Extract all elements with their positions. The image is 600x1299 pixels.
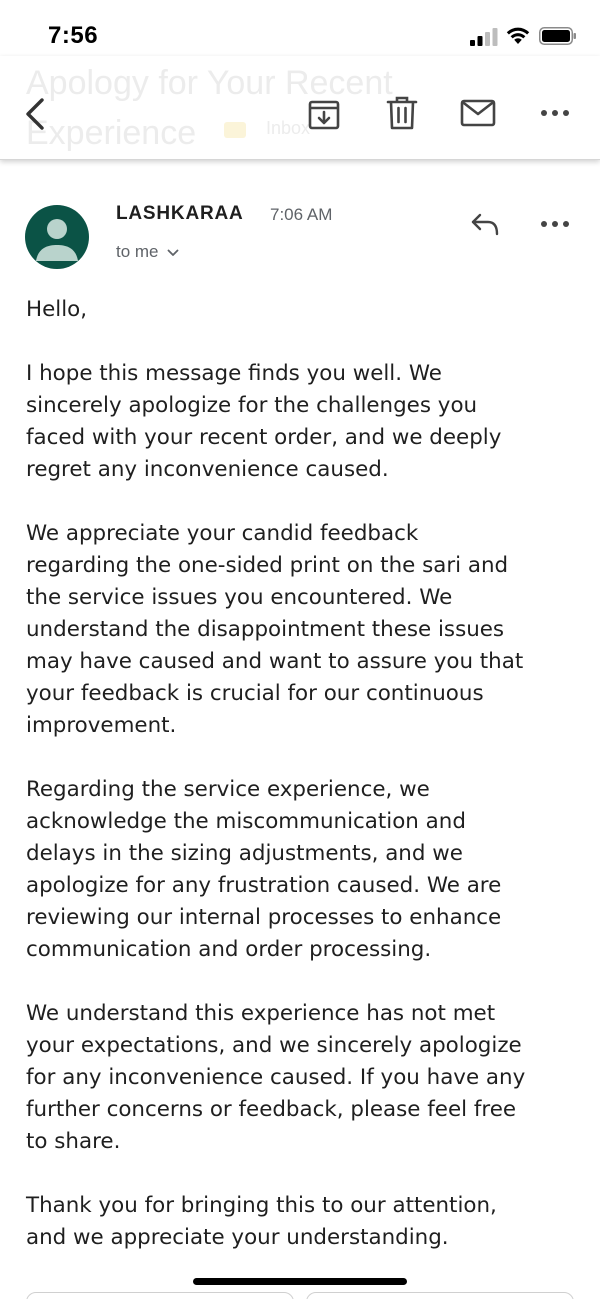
body-line: your expectations, and we sincerely apol… [26, 1033, 522, 1058]
reply-icon[interactable] [470, 212, 500, 236]
body-paragraph-3: Regarding the service experience, we ack… [26, 774, 578, 966]
greeting-paragraph: Hello, [26, 294, 578, 326]
trash-icon[interactable] [386, 96, 418, 130]
home-indicator[interactable] [193, 1278, 407, 1285]
body-paragraph-4: We understand this experience has not me… [26, 998, 578, 1158]
importance-marker-icon [224, 122, 246, 138]
chevron-down-icon [167, 249, 179, 256]
body-line: for any inconvenience caused. If you hav… [26, 1065, 526, 1090]
reply-action-button[interactable] [26, 1292, 294, 1299]
body-line: further concerns or feedback, please fee… [26, 1097, 517, 1122]
back-arrow-icon[interactable] [20, 94, 50, 134]
forward-action-button[interactable] [306, 1292, 574, 1299]
wifi-icon [506, 27, 530, 44]
body-line: the service issues you encountered. We [26, 585, 453, 610]
greeting-line: Hello, [26, 297, 88, 322]
sender-avatar[interactable] [25, 205, 89, 269]
body-line: communication and order processing. [26, 937, 432, 962]
body-paragraph-1: I hope this message finds you well. We s… [26, 358, 578, 486]
body-line: regarding the one-sided print on the sar… [26, 553, 509, 578]
body-line: regret any inconvenience caused. [26, 457, 389, 482]
message-more-options-icon[interactable] [540, 217, 570, 231]
body-line: acknowledge the miscommunication and [26, 809, 466, 834]
battery-icon [539, 27, 576, 45]
body-line: reviewing our internal processes to enha… [26, 905, 502, 930]
body-line: I hope this message finds you well. We [26, 361, 442, 386]
message-body: Hello, I hope this message finds you wel… [26, 294, 578, 1286]
more-options-icon[interactable] [540, 106, 570, 120]
sender-name[interactable]: LASHKARAA [116, 203, 244, 225]
body-line: Regarding the service experience, we [26, 777, 430, 802]
mark-unread-mail-icon[interactable] [460, 99, 496, 127]
archive-icon[interactable] [307, 96, 341, 130]
collapsed-subject-title: Apology for Your Recent Experience [26, 64, 393, 152]
body-line: faced with your recent order, and we dee… [26, 425, 502, 450]
body-line: Thank you for bringing this to our atten… [26, 1193, 497, 1218]
recipient-details-toggle[interactable]: to me [116, 242, 179, 262]
message-time: 7:06 AM [270, 205, 333, 224]
cellular-signal-icon [470, 28, 498, 46]
body-line: We appreciate your candid feedback [26, 521, 419, 546]
status-time: 7:56 [48, 22, 99, 49]
person-silhouette-icon [36, 219, 78, 261]
body-line: We understand this experience has not me… [26, 1001, 496, 1026]
body-line: apologize for any frustration caused. We… [26, 873, 502, 898]
inbox-label: Inbox [266, 118, 311, 138]
body-paragraph-2: We appreciate your candid feedback regar… [26, 518, 578, 742]
body-line: understand the disappointment these issu… [26, 617, 505, 642]
body-line: improvement. [26, 713, 177, 738]
body-line: delays in the sizing adjustments, and we [26, 841, 463, 866]
app-toolbar: Apology for Your Recent Experience Inbox [0, 56, 600, 160]
body-paragraph-5: Thank you for bringing this to our atten… [26, 1190, 578, 1254]
body-line: and we appreciate your understanding. [26, 1225, 449, 1250]
body-line: to share. [26, 1129, 121, 1154]
recipient-label: to me [116, 242, 159, 261]
body-line: may have caused and want to assure you t… [26, 649, 524, 674]
body-line: sincerely apologize for the challenges y… [26, 393, 478, 418]
body-line: your feedback is crucial for our continu… [26, 681, 484, 706]
